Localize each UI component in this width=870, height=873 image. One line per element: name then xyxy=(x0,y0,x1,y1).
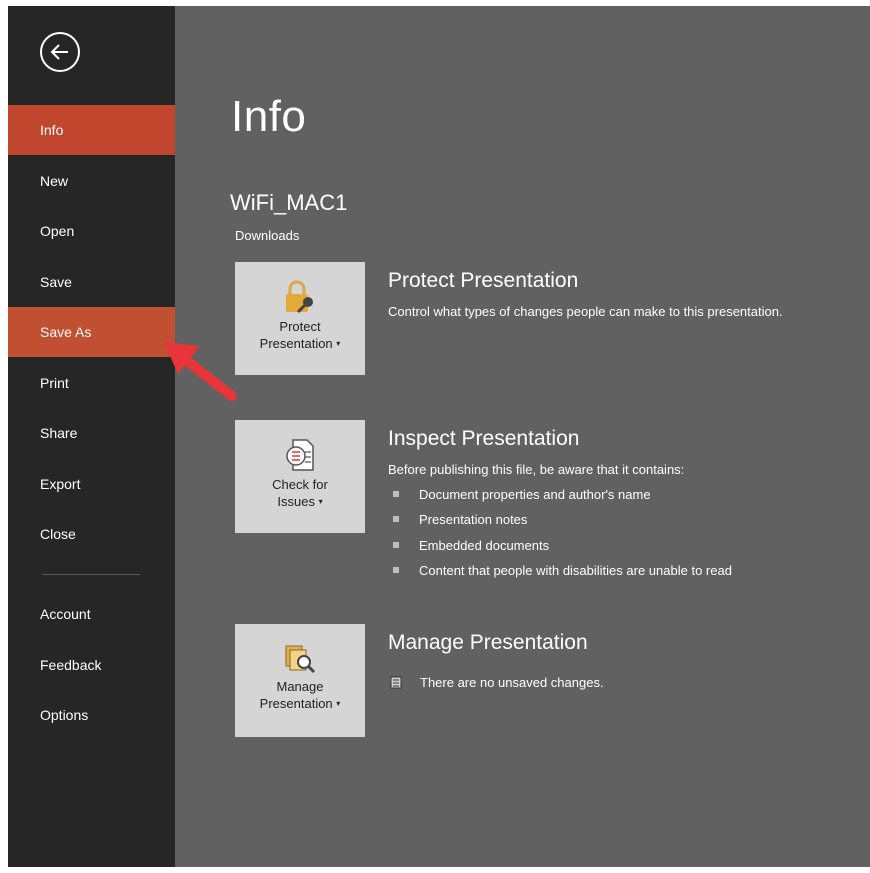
inspect-item-text: Embedded documents xyxy=(419,538,550,553)
inspect-item-text: Presentation notes xyxy=(419,512,528,527)
nav-print[interactable]: Print xyxy=(8,358,175,408)
manage-tile-line1: Manage xyxy=(276,679,324,694)
manage-tile-line2: Presentation ▾ xyxy=(235,695,365,712)
inspect-item-text: Document properties and author's name xyxy=(419,487,651,502)
protect-description: Control what types of changes people can… xyxy=(388,304,783,319)
file-name: WiFi_MAC1 xyxy=(230,190,348,215)
protect-tile-line2-text: Presentation xyxy=(259,336,333,351)
inspect-item-text: Content that people with disabilities ar… xyxy=(419,563,732,578)
manage-heading: Manage Presentation xyxy=(388,631,588,654)
manage-presentation-button[interactable]: Manage Presentation ▾ xyxy=(235,624,365,737)
nav-account[interactable]: Account xyxy=(8,589,175,639)
document-status-icon xyxy=(390,676,402,689)
backstage-sidebar: Info New Open Save Save As Print Share E… xyxy=(8,6,175,867)
inspect-item: Content that people with disabilities ar… xyxy=(393,563,732,578)
checklist-icon xyxy=(286,439,314,471)
inspect-tile-line2: Issues ▾ xyxy=(235,493,365,510)
inspect-item: Presentation notes xyxy=(393,512,527,527)
check-for-issues-button[interactable]: Check for Issues ▾ xyxy=(235,420,365,533)
protect-heading: Protect Presentation xyxy=(388,269,579,292)
nav-save[interactable]: Save xyxy=(8,257,175,307)
nav-separator xyxy=(42,574,140,575)
unsaved-changes-text: There are no unsaved changes. xyxy=(420,675,604,690)
nav-new[interactable]: New xyxy=(8,156,175,206)
inspect-tile-line1: Check for xyxy=(272,477,328,492)
dropdown-caret-icon: ▾ xyxy=(318,497,323,506)
manage-tile-line2-text: Presentation xyxy=(259,696,333,711)
nav-options[interactable]: Options xyxy=(8,690,175,740)
file-location-link[interactable]: Downloads xyxy=(235,228,299,243)
nav-info[interactable]: Info xyxy=(8,105,175,155)
bullet-icon xyxy=(393,516,399,522)
inspect-tile-line2-text: Issues xyxy=(277,494,315,509)
lock-key-icon xyxy=(286,280,313,314)
page-title: Info xyxy=(231,92,307,141)
nav-close[interactable]: Close xyxy=(8,509,175,559)
protect-tile-line1: Protect xyxy=(279,319,321,334)
red-pointer-arrow xyxy=(164,342,237,401)
nav-save-as[interactable]: Save As xyxy=(8,307,175,357)
dropdown-caret-icon: ▾ xyxy=(336,699,341,708)
bullet-icon xyxy=(393,491,399,497)
inspect-item: Embedded documents xyxy=(393,538,549,553)
protect-presentation-button[interactable]: Protect Presentation ▾ xyxy=(235,262,365,375)
dropdown-caret-icon: ▾ xyxy=(336,339,341,348)
backstage-view: Info New Open Save Save As Print Share E… xyxy=(8,6,870,867)
nav-share[interactable]: Share xyxy=(8,408,175,458)
inspect-description: Before publishing this file, be aware th… xyxy=(388,462,685,477)
inspect-heading: Inspect Presentation xyxy=(388,427,580,450)
bullet-icon xyxy=(393,567,399,573)
unsaved-changes-status: There are no unsaved changes. xyxy=(390,675,604,690)
back-button[interactable] xyxy=(40,32,80,72)
nav-export[interactable]: Export xyxy=(8,459,175,509)
info-panel: Info WiFi_MAC1 Downloads Protect Present… xyxy=(175,6,870,867)
nav-feedback[interactable]: Feedback xyxy=(8,640,175,690)
back-arrow-icon xyxy=(50,44,68,60)
inspect-item: Document properties and author's name xyxy=(393,487,651,502)
manage-docs-icon xyxy=(285,645,316,674)
protect-tile-line2: Presentation ▾ xyxy=(235,335,365,352)
bullet-icon xyxy=(393,542,399,548)
nav-open[interactable]: Open xyxy=(8,206,175,256)
